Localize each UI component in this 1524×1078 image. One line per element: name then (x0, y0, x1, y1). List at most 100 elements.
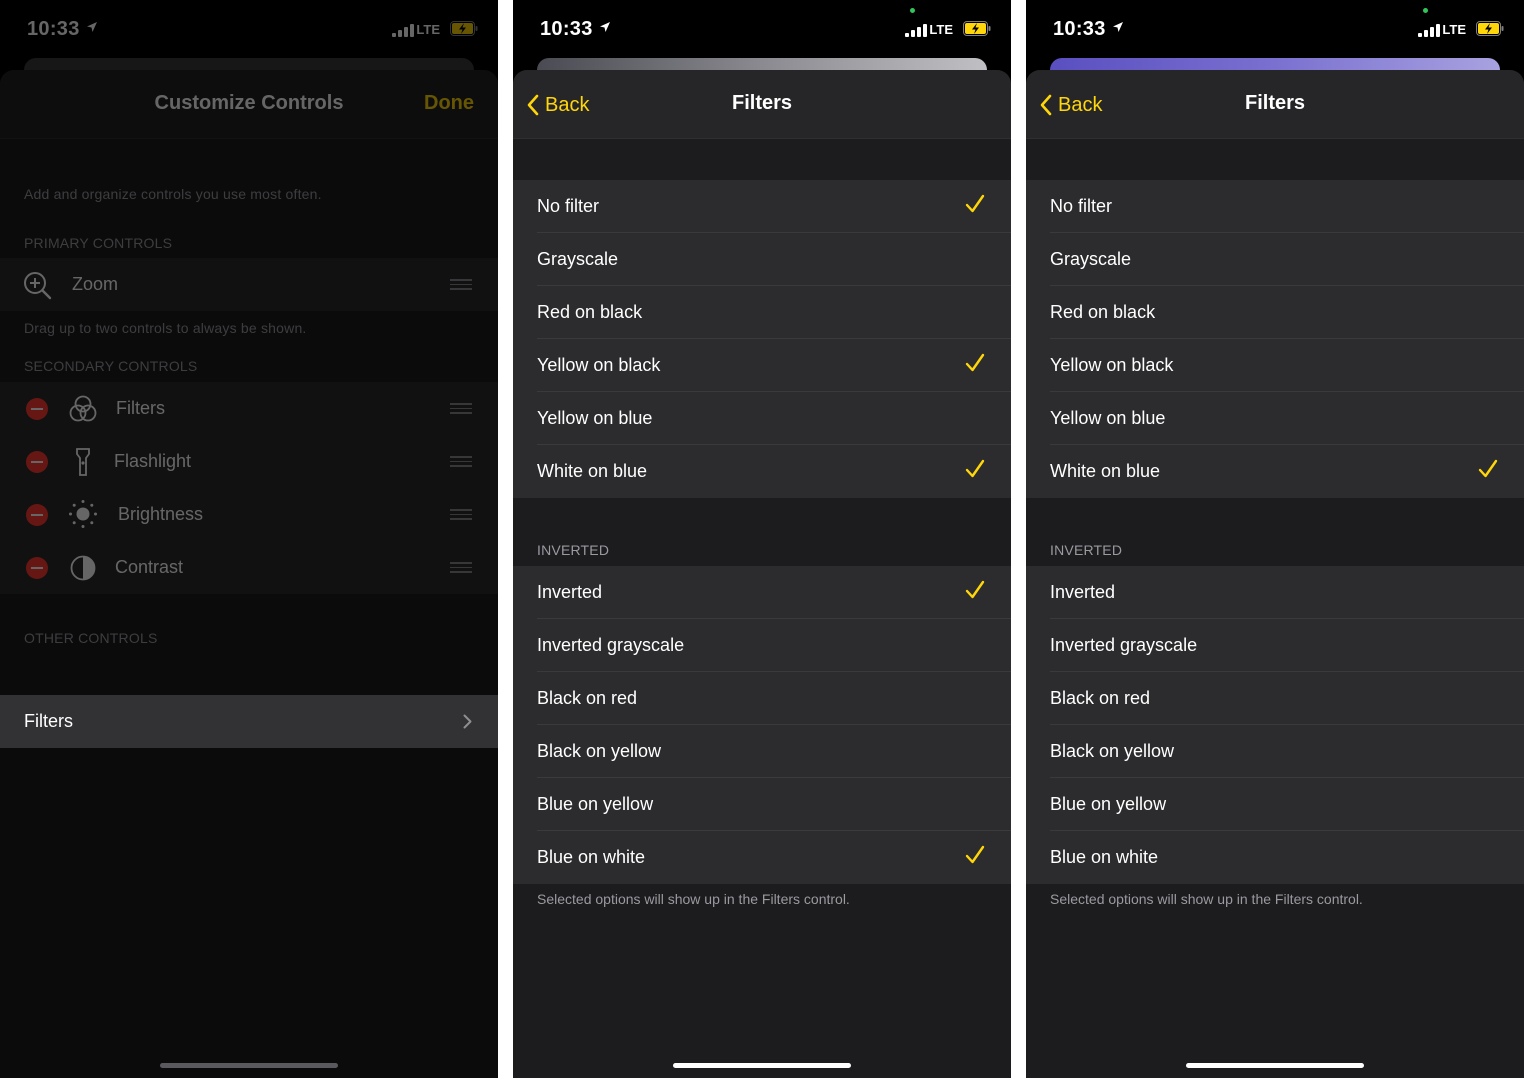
home-indicator[interactable] (160, 1063, 338, 1068)
done-button[interactable]: Done (424, 92, 474, 115)
filter-option-label: Blue on yellow (537, 794, 654, 814)
filter-option-yellow-on-black[interactable]: Yellow on black (1026, 339, 1524, 392)
filter-option-label: Black on red (537, 688, 638, 708)
remove-button[interactable] (26, 398, 48, 420)
primary-controls-header: PRIMARY CONTROLS (24, 235, 173, 251)
filter-option-yellow-on-blue[interactable]: Yellow on blue (513, 392, 1011, 445)
nav-bar: Back Filters (513, 70, 1011, 139)
checkmark-icon (965, 353, 985, 372)
remove-button[interactable] (26, 451, 48, 473)
filters-screen-b: 10:33 LTE Back Filters No filter Grayscal… (1026, 0, 1524, 1078)
control-label: Zoom (72, 274, 119, 294)
checkmark-icon (965, 580, 985, 599)
filter-option-inverted[interactable]: Inverted (1026, 566, 1524, 619)
filter-option-black-on-yellow[interactable]: Black on yellow (513, 725, 1011, 778)
filter-option-label: Blue on yellow (1050, 794, 1167, 814)
home-indicator[interactable] (673, 1063, 851, 1068)
primary-controls-group: Zoom (0, 258, 498, 311)
filter-option-label: Grayscale (537, 249, 619, 269)
filter-option-no-filter[interactable]: No filter (1026, 180, 1524, 233)
filter-option-label: Black on yellow (537, 741, 662, 761)
reorder-handle-icon[interactable] (450, 562, 472, 573)
customize-controls-screen: 10:33 LTE Customize Controls Done Add an… (0, 0, 498, 1078)
inverted-section-header: INVERTED (537, 542, 610, 558)
nav-bar: Back Filters (1026, 70, 1524, 139)
list-item-flashlight[interactable]: Flashlight (0, 435, 498, 488)
filter-option-white-on-blue[interactable]: White on blue (513, 445, 1011, 498)
secondary-controls-header: SECONDARY CONTROLS (24, 358, 198, 374)
network-type: LTE (929, 22, 953, 37)
filter-option-black-on-yellow[interactable]: Black on yellow (1026, 725, 1524, 778)
status-bar: 10:33 LTE (0, 0, 498, 58)
chevron-right-icon (463, 714, 472, 729)
filter-option-label: Inverted (1050, 582, 1116, 602)
intro-text: Add and organize controls you use most o… (24, 186, 322, 202)
filters-row-highlighted[interactable]: Filters (0, 695, 498, 748)
filter-option-white-on-blue[interactable]: White on blue (1026, 445, 1524, 498)
battery-charging-icon (450, 21, 478, 36)
filter-option-inverted-grayscale[interactable]: Inverted grayscale (1026, 619, 1524, 672)
reorder-handle-icon[interactable] (450, 403, 472, 414)
filter-option-black-on-red[interactable]: Black on red (1026, 672, 1524, 725)
cellular-signal-icon (905, 24, 927, 37)
inverted-filters-list: Inverted Inverted grayscale Black on red Bl… (1026, 566, 1524, 884)
filter-option-blue-on-yellow[interactable]: Blue on yellow (1026, 778, 1524, 831)
battery-charging-icon (963, 21, 991, 36)
location-arrow-icon (87, 22, 97, 32)
filter-option-label: Blue on white (1050, 847, 1159, 867)
remove-button[interactable] (26, 557, 48, 579)
filters-list: No filter Grayscale Red on black Yellow on … (1026, 180, 1524, 498)
filters-footer-note: Selected options will show up in the Fil… (537, 891, 850, 907)
reorder-handle-icon[interactable] (450, 456, 472, 467)
filter-option-inverted[interactable]: Inverted (513, 566, 1011, 619)
control-label: Flashlight (114, 451, 192, 471)
remove-button[interactable] (26, 504, 48, 526)
filter-option-grayscale[interactable]: Grayscale (1026, 233, 1524, 286)
filter-option-label: Yellow on blue (1050, 408, 1166, 428)
contrast-icon (70, 555, 96, 581)
filter-option-label: Black on yellow (1050, 741, 1175, 761)
checkmark-icon (965, 459, 985, 478)
list-item-brightness[interactable]: Brightness (0, 488, 498, 541)
primary-controls-footer: Drag up to two controls to always be sho… (24, 320, 307, 336)
control-label: Contrast (115, 557, 184, 577)
reorder-handle-icon[interactable] (450, 279, 472, 290)
page-title: Filters (1244, 92, 1306, 114)
filter-option-label: Yellow on black (1050, 355, 1174, 375)
status-time: 10:33 (540, 18, 593, 40)
status-time: 10:33 (1053, 18, 1106, 40)
filter-option-label: Yellow on blue (537, 408, 653, 428)
status-bar: 10:33 LTE (1026, 0, 1524, 58)
filter-option-label: Red on black (1050, 302, 1156, 322)
filters-screen-a: 10:33 LTE Back Filters No filter Grayscal… (513, 0, 1011, 1078)
checkmark-icon (965, 845, 985, 864)
zoom-icon (24, 272, 52, 300)
filter-option-inverted-grayscale[interactable]: Inverted grayscale (513, 619, 1011, 672)
location-arrow-icon (1113, 22, 1123, 32)
filter-option-label: Black on red (1050, 688, 1151, 708)
filter-option-blue-on-white[interactable]: Blue on white (513, 831, 1011, 884)
home-indicator[interactable] (1186, 1063, 1364, 1068)
list-item-contrast[interactable]: Contrast (0, 541, 498, 594)
filter-option-black-on-red[interactable]: Black on red (513, 672, 1011, 725)
status-time: 10:33 (27, 18, 80, 40)
filter-option-red-on-black[interactable]: Red on black (1026, 286, 1524, 339)
filter-option-grayscale[interactable]: Grayscale (513, 233, 1011, 286)
filter-option-label: No filter (1050, 196, 1113, 216)
filter-option-label: Inverted grayscale (537, 635, 685, 655)
filter-option-blue-on-white[interactable]: Blue on white (1026, 831, 1524, 884)
list-item-zoom[interactable]: Zoom (0, 258, 498, 311)
battery-charging-icon (1476, 21, 1504, 36)
control-label: Filters (116, 398, 165, 418)
filter-option-no-filter[interactable]: No filter (513, 180, 1011, 233)
filter-option-red-on-black[interactable]: Red on black (513, 286, 1011, 339)
list-item-filters[interactable]: Filters (0, 382, 498, 435)
filter-option-blue-on-yellow[interactable]: Blue on yellow (513, 778, 1011, 831)
filter-option-yellow-on-blue[interactable]: Yellow on blue (1026, 392, 1524, 445)
location-arrow-icon (600, 22, 610, 32)
filter-option-yellow-on-black[interactable]: Yellow on black (513, 339, 1011, 392)
reorder-handle-icon[interactable] (450, 509, 472, 520)
page-title: Filters (731, 92, 793, 114)
filters-icon (69, 395, 97, 422)
network-type: LTE (416, 22, 440, 37)
